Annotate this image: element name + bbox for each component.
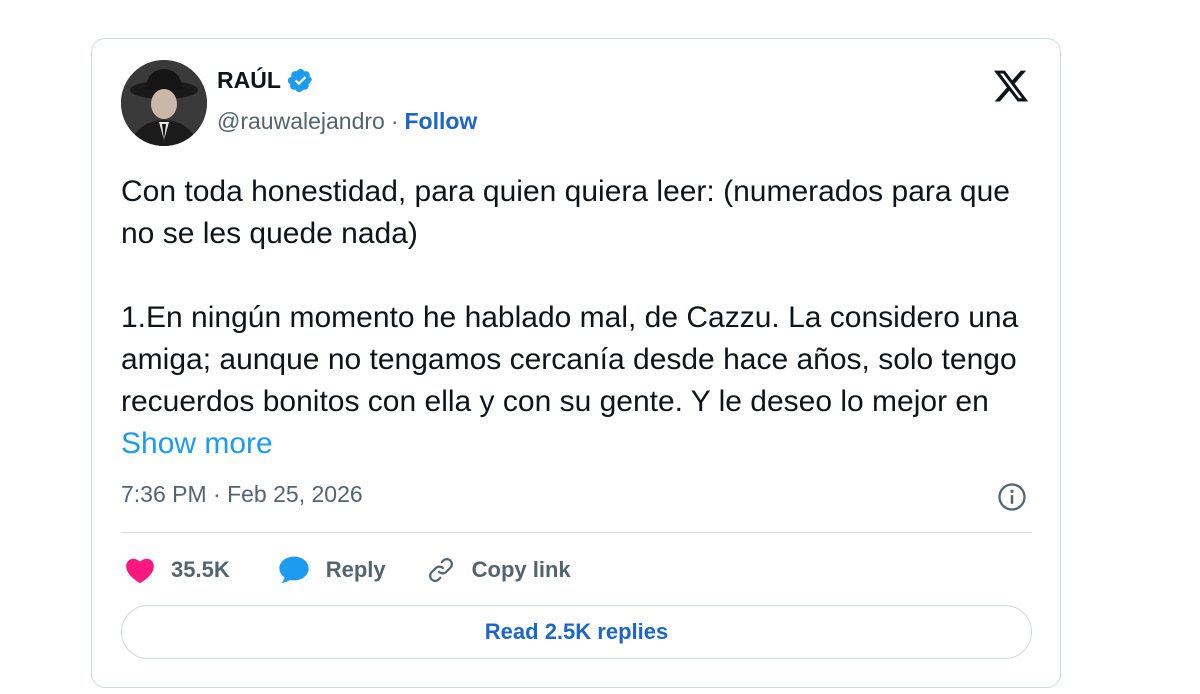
copy-link-label: Copy link bbox=[471, 557, 571, 582]
tweet-text: Con toda honestidad, para quien quiera l… bbox=[121, 171, 1041, 465]
read-replies-button[interactable]: Read 2.5K replies bbox=[121, 605, 1032, 659]
x-logo-icon[interactable] bbox=[992, 67, 1030, 105]
author-name[interactable]: RAÚL bbox=[217, 67, 281, 94]
info-icon[interactable] bbox=[997, 482, 1027, 512]
verified-badge-icon bbox=[287, 68, 312, 93]
link-icon bbox=[428, 558, 453, 582]
follow-button[interactable]: Follow bbox=[405, 108, 478, 135]
heart-icon bbox=[126, 558, 154, 584]
avatar[interactable] bbox=[121, 60, 207, 146]
author-handle[interactable]: @rauwalejandro bbox=[217, 108, 385, 135]
reply-button[interactable]: Reply bbox=[278, 555, 386, 585]
like-count: 35.5K bbox=[171, 557, 230, 582]
copy-link-button[interactable]: Copy link bbox=[426, 555, 571, 585]
reply-label: Reply bbox=[325, 557, 386, 582]
tweet-card: RAÚL @rauwalejandro · Follow Con toda ho… bbox=[91, 38, 1061, 688]
show-more-link[interactable]: Show more bbox=[121, 427, 273, 460]
like-button[interactable]: 35.5K bbox=[125, 556, 230, 584]
timestamp[interactable]: 7:36 PM · Feb 25, 2026 bbox=[121, 481, 363, 508]
action-bar: 35.5K Reply Copy link bbox=[125, 555, 571, 585]
divider bbox=[121, 532, 1032, 533]
tweet-body: Con toda honestidad, para quien quiera l… bbox=[121, 175, 1019, 418]
speech-bubble-icon bbox=[279, 556, 309, 583]
separator: · bbox=[390, 108, 399, 134]
